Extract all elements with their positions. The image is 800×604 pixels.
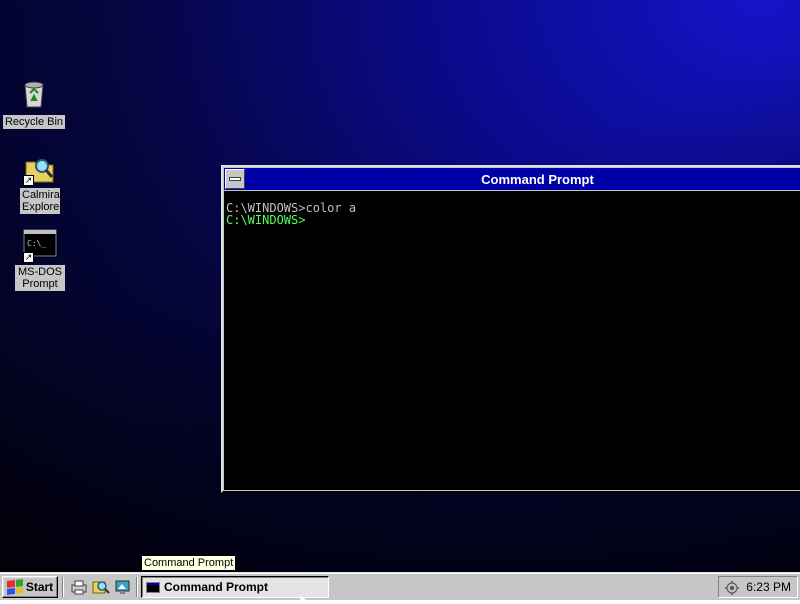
console-icon xyxy=(146,581,160,593)
ms-dos-icon: C:\_ ↗ xyxy=(23,229,57,263)
ms-dos-icon-text: C:\_ xyxy=(27,239,46,248)
clock[interactable]: 6:23 PM xyxy=(746,580,791,594)
window-titlebar[interactable]: Command Prompt xyxy=(224,168,800,190)
desktop-icon-ms-dos-prompt[interactable]: C:\_ ↗ MS-DOS Prompt xyxy=(6,229,74,292)
console-output[interactable]: C:\WINDOWS>color a C:\WINDOWS> xyxy=(224,191,800,490)
taskbar: Start Command Prompt 6:23 PM xyxy=(0,572,800,600)
console-prompt-line: C:\WINDOWS> xyxy=(226,213,306,227)
printer-icon[interactable] xyxy=(70,579,88,595)
taskbar-tooltip: Command Prompt xyxy=(141,555,237,571)
system-menu-icon xyxy=(229,177,241,181)
tray-settings-icon[interactable] xyxy=(724,580,740,596)
desktop-icon[interactable] xyxy=(114,579,132,595)
desktop-icon-recycle-bin[interactable]: Recycle Bin xyxy=(0,76,68,130)
system-menu-button[interactable] xyxy=(225,169,245,189)
desktop-icon-label: Recycle Bin xyxy=(2,115,66,129)
taskbar-separator xyxy=(136,577,138,597)
command-prompt-window[interactable]: Command Prompt C:\WINDOWS>color a C:\WIN… xyxy=(221,165,800,493)
desktop-icon-label: Calmira Explorer xyxy=(20,188,63,214)
console-line: C:\WINDOWS>color a xyxy=(226,201,357,215)
desktop-icon-label: MS-DOS Prompt xyxy=(15,265,65,291)
search-icon[interactable] xyxy=(92,579,110,595)
taskbar-separator xyxy=(62,577,64,597)
desktop-icon-calmira-explorer[interactable]: ↗ Calmira Explorer xyxy=(6,152,74,215)
start-label: Start xyxy=(25,580,54,594)
shortcut-arrow-icon: ↗ xyxy=(23,175,34,186)
folder-search-icon: ↗ xyxy=(23,152,57,186)
system-tray: 6:23 PM xyxy=(718,576,798,598)
desktop[interactable]: Recycle Bin ↗ Calmira Explorer C:\_ ↗ MS… xyxy=(0,0,800,572)
task-label: Command Prompt xyxy=(164,580,269,594)
windows-logo-icon xyxy=(6,579,23,595)
recycle-bin-icon xyxy=(17,76,51,110)
window-title: Command Prompt xyxy=(481,171,594,187)
start-button[interactable]: Start xyxy=(2,576,58,598)
shortcut-arrow-icon: ↗ xyxy=(23,252,34,263)
